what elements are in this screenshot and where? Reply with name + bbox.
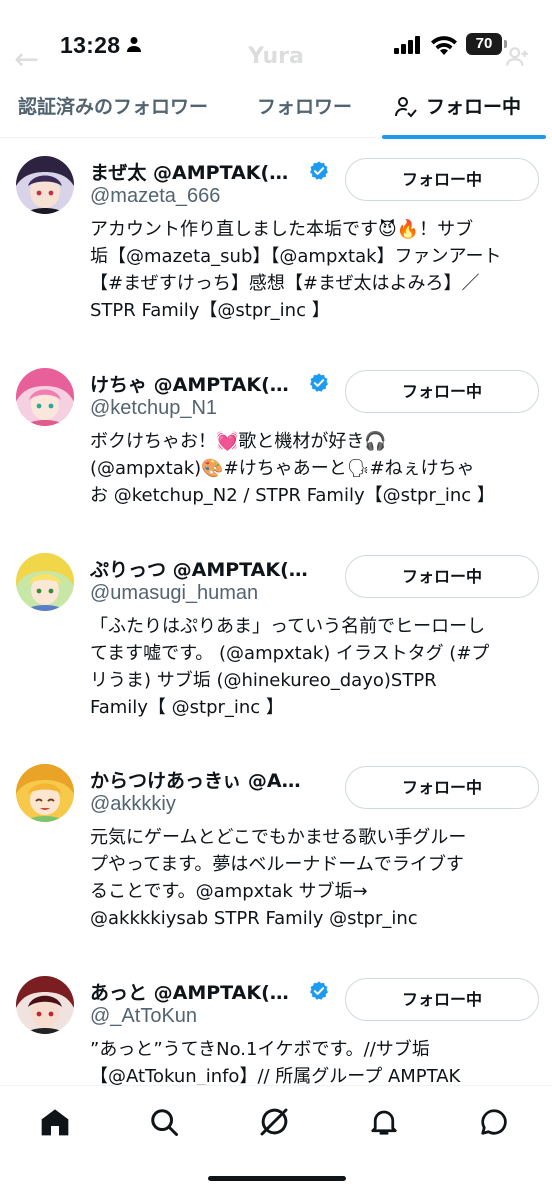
search-icon[interactable] [144,1102,184,1142]
bio-line: ”あっと”うてきNo.1イケボです。//サブ垢 [90,1039,430,1060]
bio-line: 垢【@mazeta_sub】【@ampxtak】ファンアート [90,246,502,267]
user-handle: @ketchup_N1 [90,397,218,419]
avatar[interactable] [16,976,74,1034]
avatar[interactable] [16,156,74,214]
user-handle: @umasugi_human [90,582,259,604]
user-handle: @mazeta_666 [90,185,221,207]
bio-line: ることです。@ampxtak サブ垢→ [90,881,368,902]
avatar[interactable] [16,368,74,426]
bio-line: てます嘘です。 (@ampxtak) イラストタグ (#プ [90,643,490,664]
following-button[interactable]: フォロー中 [345,158,539,201]
display-name[interactable]: ぷりっつ @AMPTAK(ア… [90,555,312,582]
user-bio: 「ふたりはぷりあま」っていう名前でヒーローし てます嘘です。 (@ampxtak… [90,613,540,721]
home-indicator [208,1176,346,1181]
bio-line: リうま) サブ垢 (@hinekureo_dayo)STPR [90,670,437,691]
notifications-icon[interactable] [364,1102,404,1142]
user-bio: ”あっと”うてきNo.1イケボです。//サブ垢 【@AtTokun_info】/… [90,1036,540,1090]
verified-badge-icon [310,161,328,180]
tab-following[interactable]: フォロー中 [382,84,546,138]
bio-line: Family【 @stpr_inc 】 [90,697,284,718]
user-handle: @akkkkiy [90,793,176,815]
user-name-row: ぷりっつ @AMPTAK(ア… [90,553,330,583]
tab-following-label: フォロー中 [426,96,522,118]
bio-line: アカウント作り直しました本垢です😈🔥！サブ [90,219,474,240]
status-bar: ← Yura 13:28 70 [0,0,552,90]
avatar[interactable] [16,764,74,822]
person-check-icon [395,97,417,118]
bio-line: @akkkkiysab STPR Family @stpr_inc [90,908,418,929]
tab-verified-followers[interactable]: 認証済みのフォロワー [18,84,208,138]
display-name[interactable]: まぜ太 @AMPTAK(ア… [90,158,305,185]
bio-line: プやってます。夢はベルーナドームでライブす [90,854,464,875]
battery-cap [504,40,507,48]
verified-badge-icon [310,373,328,392]
user-name-row: からつけあっきぃ @AM… [90,764,330,794]
home-icon[interactable] [35,1102,75,1142]
bio-line: 【#まぜすけっち】感想【#まぜ太はよみろ】／ [90,273,480,294]
user-name-row: けちゃ @AMPTAK(ア… [90,368,330,398]
clock: 13:28 [60,32,121,58]
tab-followers[interactable]: フォロワー [257,84,352,138]
add-user-icon[interactable] [504,44,530,74]
avatar[interactable] [16,553,74,611]
bio-line: STPR Family【@stpr_inc 】 [90,300,330,321]
bottom-nav [0,1085,552,1200]
bio-line: (@ampxtak)🎨#けちゃあーと🗣#ねぇけちゃ [90,458,475,479]
user-name-row: まぜ太 @AMPTAK(ア… [90,156,330,186]
user-bio: アカウント作り直しました本垢です😈🔥！サブ 垢【@mazeta_sub】【@am… [90,216,540,324]
person-icon [126,36,142,56]
grok-icon[interactable] [254,1102,294,1142]
bio-line: お @ketchup_N2 / STPR Family【@stpr_inc 】 [90,485,495,506]
user-handle: @_AtToKun [90,1005,198,1027]
user-bio: 元気にゲームとどこでもかませる歌い手グルー プやってます。夢はベルーナドームでラ… [90,824,540,932]
verified-badge-icon [310,981,328,1000]
bio-line: 元気にゲームとどこでもかませる歌い手グルー [90,827,467,848]
active-tab-indicator [382,135,546,139]
user-name-row: あっと @AMPTAK(ア… [90,976,330,1006]
following-button[interactable]: フォロー中 [345,370,539,413]
display-name[interactable]: あっと @AMPTAK(ア… [90,978,305,1005]
user-bio: ボクけちゃお！💓歌と機材が好き🎧 (@ampxtak)🎨#けちゃあーと🗣#ねぇけ… [90,428,540,509]
cellular-signal-icon [394,36,422,58]
wifi-icon [430,34,458,60]
following-button[interactable]: フォロー中 [345,555,539,598]
display-name[interactable]: からつけあっきぃ @AM… [90,766,312,793]
bio-line: 「ふたりはぷりあま」っていう名前でヒーローし [90,616,486,637]
following-button[interactable]: フォロー中 [345,978,539,1021]
messages-icon[interactable] [474,1102,514,1142]
display-name[interactable]: けちゃ @AMPTAK(ア… [90,370,305,397]
following-button[interactable]: フォロー中 [345,766,539,809]
follow-tabs: 認証済みのフォロワー フォロワー フォロー中 [0,84,552,139]
bio-line: ボクけちゃお！💓歌と機材が好き🎧 [90,431,387,452]
battery-icon: 70 [466,33,502,55]
